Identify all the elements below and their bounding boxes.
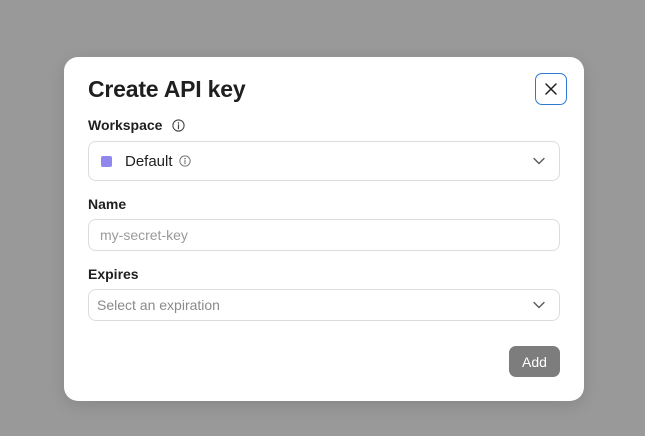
- workspace-select[interactable]: Default: [88, 141, 560, 181]
- info-icon: [178, 155, 191, 167]
- expiration-placeholder: Select an expiration: [97, 297, 220, 313]
- workspace-label: Workspace: [88, 117, 186, 133]
- expires-label: Expires: [88, 266, 139, 282]
- chevron-down-icon: [533, 157, 545, 165]
- close-icon: [545, 83, 557, 95]
- add-button[interactable]: Add: [509, 346, 560, 377]
- name-label: Name: [88, 196, 127, 212]
- expiration-select[interactable]: Select an expiration: [88, 289, 560, 321]
- workspace-color-swatch: [101, 155, 112, 167]
- dialog-title: Create API key: [88, 76, 246, 102]
- close-button[interactable]: [535, 73, 567, 105]
- workspace-label-text: Workspace: [88, 117, 163, 133]
- info-icon: [172, 118, 186, 132]
- workspace-selected-value: Default: [125, 152, 173, 170]
- create-api-key-dialog: Create API key Workspace Default Name my…: [64, 57, 584, 401]
- name-input[interactable]: [88, 219, 560, 251]
- chevron-down-icon: [533, 301, 545, 309]
